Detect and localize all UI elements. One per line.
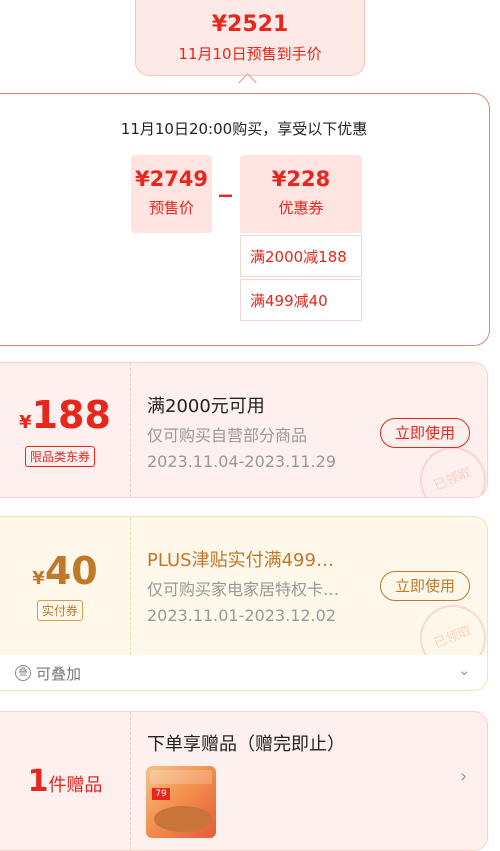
stackable-label: 可叠加 [36, 665, 82, 683]
use-now-button[interactable]: 立即使用 [380, 571, 470, 601]
chevron-right-icon[interactable]: › [460, 766, 467, 787]
presale-final-price: ¥2521 [211, 12, 289, 37]
coupon-title: PLUS津贴实付满499… [147, 550, 334, 571]
thumb-product [154, 806, 212, 832]
currency-symbol: ¥ [19, 412, 32, 433]
stack-icon: 叠 [15, 665, 31, 681]
coupon-type-tag: 实付券 [37, 600, 84, 621]
coupon-total-label: 优惠券 [278, 199, 324, 217]
coupon-amount-value: 40 [44, 549, 98, 593]
coupon-description: 仅可购买家电家居特权卡… [147, 580, 340, 599]
panel-pointer [238, 73, 257, 92]
gift-card[interactable]: 1件赠品 下单享赠品（赠完即止） 79 › [0, 711, 488, 851]
presale-price-value: ¥2749 [134, 167, 209, 191]
minus-sign: _ [219, 168, 232, 198]
use-now-button[interactable]: 立即使用 [380, 418, 470, 448]
coupon-amount: ¥40 [0, 549, 130, 593]
thumb-banner [150, 770, 212, 784]
coupon-card-2: ¥40 实付券 PLUS津贴实付满499… 仅可购买家电家居特权卡… 2023.… [0, 516, 488, 656]
coupon-type-tag: 限品类东券 [25, 446, 96, 467]
coupon-total-value: ¥228 [271, 167, 331, 191]
coupon-amount-value: 188 [31, 393, 111, 437]
chevron-down-icon[interactable]: ⌄ [458, 661, 471, 679]
discount-rule-2: 满499减40 [240, 279, 362, 321]
breakdown-title: 11月10日20:00购买，享受以下优惠 [120, 120, 368, 138]
stackable-toggle-row[interactable]: 叠 可叠加 ⌄ [0, 655, 488, 691]
gift-title: 下单享赠品（赠完即止） [147, 734, 345, 755]
presale-final-price-label: 11月10日预售到手价 [178, 45, 322, 63]
coupon-amount: ¥188 [0, 393, 130, 437]
coupon-description: 仅可购买自营部分商品 [147, 426, 308, 445]
currency-symbol: ¥ [32, 568, 45, 589]
coupon-validity: 2023.11.04-2023.11.29 [147, 452, 336, 471]
thumb-price-badge: 79 [152, 788, 170, 800]
coupon-total-box: ¥228 优惠券 [240, 155, 362, 233]
gift-product-image[interactable]: 79 [146, 766, 216, 838]
presale-price-bubble: ¥2521 11月10日预售到手价 [135, 0, 365, 76]
coupon-validity: 2023.11.01-2023.12.02 [147, 606, 336, 625]
coupon-card-1: ¥188 限品类东券 满2000元可用 仅可购买自营部分商品 2023.11.0… [0, 362, 488, 498]
presale-price-label: 预售价 [148, 199, 194, 217]
gift-count-value: 1 [27, 764, 49, 799]
claimed-stamp: 已领取 [410, 595, 487, 655]
gift-count-unit: 件赠品 [48, 775, 103, 796]
gift-count: 1件赠品 [0, 764, 130, 799]
discount-rule-1: 满2000减188 [240, 235, 362, 277]
coupon-title: 满2000元可用 [147, 396, 265, 417]
presale-price-box: ¥2749 预售价 [131, 155, 212, 233]
